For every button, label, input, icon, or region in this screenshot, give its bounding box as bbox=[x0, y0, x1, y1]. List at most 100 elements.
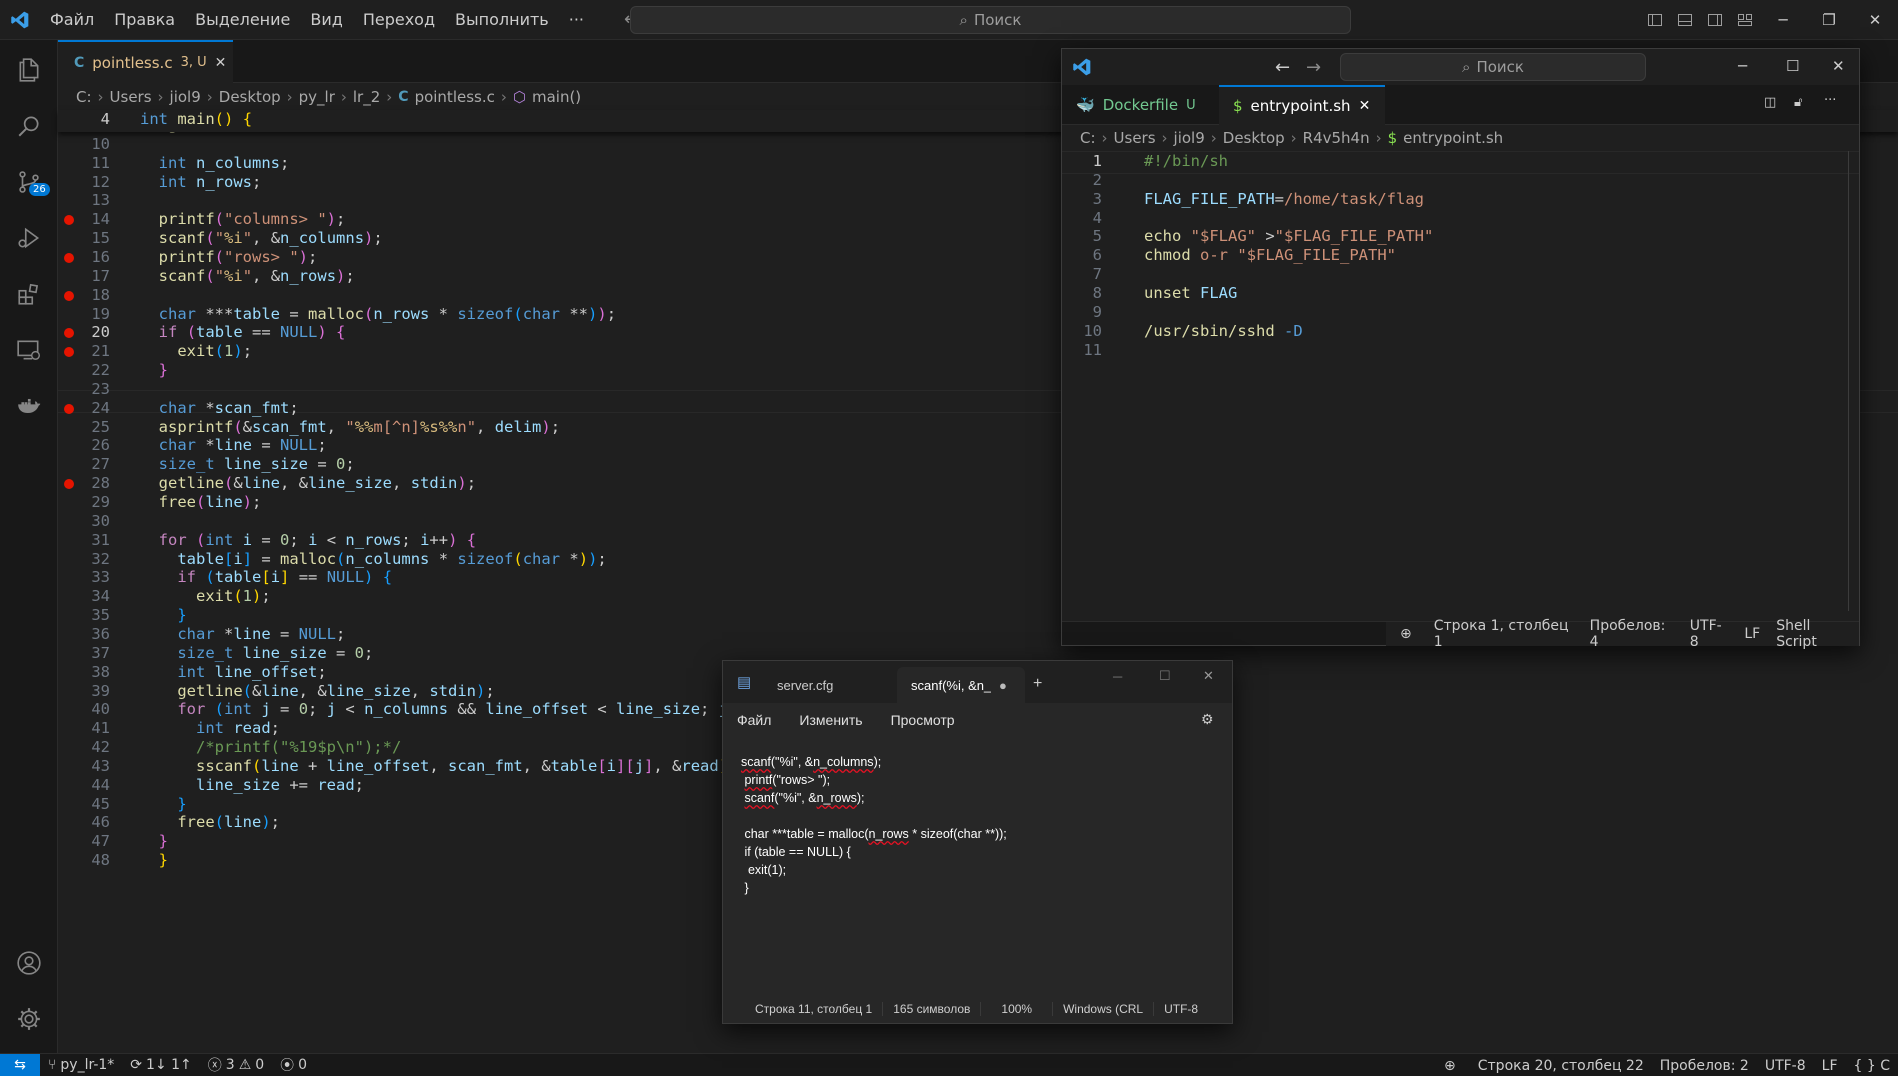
tab-dockerfile[interactable]: 🐳 Dockerfile U bbox=[1062, 85, 1218, 125]
crumb-drive[interactable]: C: bbox=[1080, 129, 1096, 147]
notepad-tab-active[interactable]: scanf(%i, &n_c ● bbox=[897, 667, 1025, 703]
crumb-folder[interactable]: py_lr bbox=[299, 88, 335, 106]
menu-edit[interactable]: Изменить bbox=[799, 712, 862, 728]
minimize-icon[interactable]: ─ bbox=[1738, 57, 1747, 75]
docker-icon[interactable] bbox=[0, 382, 58, 430]
crumb-user[interactable]: jiol9 bbox=[1174, 129, 1205, 147]
maximize-icon[interactable]: ☐ bbox=[1786, 57, 1799, 75]
line-number: 4 bbox=[1092, 208, 1102, 227]
forward-arrow-icon[interactable]: → bbox=[1306, 57, 1321, 78]
toggle-primary-sidebar-icon[interactable] bbox=[1640, 0, 1670, 40]
accounts-icon[interactable] bbox=[0, 939, 58, 987]
remote-explorer-icon[interactable] bbox=[0, 326, 58, 374]
menu-view[interactable]: Просмотр bbox=[891, 712, 955, 728]
tab-pointless-c[interactable]: C pointless.c 3, U ✕ bbox=[58, 40, 233, 83]
split-editor-icon[interactable]: ◫ bbox=[1764, 95, 1776, 110]
breakpoint-icon[interactable] bbox=[64, 403, 74, 414]
ports-indicator[interactable]: ⦿ 0 bbox=[272, 1055, 315, 1075]
search-placeholder: Поиск bbox=[973, 11, 1022, 29]
zoom-icon[interactable]: ⊕ bbox=[1386, 626, 1426, 642]
problems-indicator[interactable]: ⓧ 3 ⚠ 0 bbox=[200, 1055, 272, 1075]
minimize-icon[interactable]: ─ bbox=[1760, 0, 1806, 40]
close-icon[interactable]: ✕ bbox=[1832, 57, 1845, 75]
crumb-desktop[interactable]: Desktop bbox=[219, 88, 281, 106]
search-view-icon[interactable] bbox=[0, 102, 58, 150]
lock-icon[interactable]: 🔓︎ bbox=[1794, 95, 1802, 110]
more-actions-icon[interactable]: ··· bbox=[1824, 93, 1836, 108]
menu-edit[interactable]: Правка bbox=[104, 0, 185, 40]
maximize-icon[interactable]: ☐ bbox=[1159, 668, 1171, 684]
language-mode[interactable]: { } C bbox=[1846, 1058, 1898, 1074]
notepad-tab-server-cfg[interactable]: server.cfg bbox=[763, 667, 893, 703]
crumb-symbol[interactable]: main() bbox=[532, 88, 581, 106]
crumb-subfolder[interactable]: lr_2 bbox=[353, 88, 380, 106]
close-icon[interactable]: ✕ bbox=[1852, 0, 1898, 40]
window2-search[interactable]: ⌕ Поиск bbox=[1340, 53, 1646, 81]
line-number: 27 bbox=[91, 455, 110, 474]
menu-view[interactable]: Вид bbox=[300, 0, 352, 40]
menu-file[interactable]: Файл bbox=[40, 0, 104, 40]
sync-indicator[interactable]: ⟳ 1↓ 1↑ bbox=[122, 1057, 199, 1073]
scrollbar-track[interactable] bbox=[1848, 151, 1849, 611]
language-mode[interactable]: Shell Script bbox=[1768, 618, 1859, 650]
minimize-icon[interactable]: ─ bbox=[1113, 669, 1122, 684]
restore-icon[interactable]: ❐ bbox=[1806, 0, 1852, 40]
zoom-icon[interactable]: ⊕ bbox=[1430, 1058, 1470, 1074]
indentation[interactable]: Пробелов: 4 bbox=[1582, 618, 1682, 650]
command-search[interactable]: ⌕ Поиск bbox=[630, 6, 1351, 34]
branch-indicator[interactable]: ⑂ py_lr-1* bbox=[40, 1057, 122, 1073]
crumb-file[interactable]: entrypoint.sh bbox=[1403, 129, 1503, 147]
menu-go[interactable]: Переход bbox=[353, 0, 445, 40]
breakpoint-icon[interactable] bbox=[64, 290, 74, 301]
crumb-users[interactable]: Users bbox=[1114, 129, 1156, 147]
encoding[interactable]: UTF-8 bbox=[1757, 1058, 1814, 1074]
tab-close-icon[interactable]: ✕ bbox=[215, 55, 227, 71]
line-number: 10 bbox=[91, 134, 110, 153]
manage-gear-icon[interactable] bbox=[0, 995, 58, 1043]
run-debug-icon[interactable] bbox=[0, 214, 58, 262]
toggle-panel-icon[interactable] bbox=[1670, 0, 1700, 40]
tab-entrypoint[interactable]: $ entrypoint.sh ✕ bbox=[1219, 85, 1385, 125]
crumb-desktop[interactable]: Desktop bbox=[1223, 129, 1285, 147]
crumb-drive[interactable]: C: bbox=[76, 88, 92, 106]
sticky-line-number: 4 bbox=[100, 110, 110, 128]
branch-name: py_lr-1* bbox=[60, 1057, 115, 1073]
cursor-position[interactable]: Строка 1, столбец 1 bbox=[1426, 618, 1582, 650]
line-number: 32 bbox=[91, 549, 110, 568]
indentation[interactable]: Пробелов: 2 bbox=[1652, 1058, 1757, 1074]
encoding[interactable]: UTF-8 bbox=[1682, 618, 1737, 650]
np-encoding[interactable]: UTF-8 bbox=[1154, 1002, 1208, 1016]
crumb-file[interactable]: pointless.c bbox=[415, 88, 495, 106]
menu-selection[interactable]: Выделение bbox=[185, 0, 300, 40]
np-line-endings[interactable]: Windows (CRL bbox=[1053, 1002, 1155, 1016]
crumb-user[interactable]: jiol9 bbox=[170, 88, 201, 106]
window2-code-editor[interactable]: 1 2 3 4 5 6 7 8 9 10 11 #!/bin/sh FLAG_FILE_PATH=/h… bbox=[1062, 151, 1859, 611]
code-line: int n_rows; bbox=[158, 172, 262, 191]
customize-layout-icon[interactable] bbox=[1730, 0, 1760, 40]
remote-indicator-icon[interactable]: ⇆ bbox=[0, 1053, 40, 1076]
new-tab-plus-icon[interactable]: + bbox=[1033, 675, 1042, 693]
close-icon[interactable]: ✕ bbox=[1203, 668, 1214, 684]
end-of-line[interactable]: LF bbox=[1814, 1058, 1846, 1074]
source-control-icon[interactable]: 26 bbox=[0, 158, 58, 206]
line-number: 12 bbox=[91, 172, 110, 191]
cursor-position[interactable]: Строка 20, столбец 22 bbox=[1470, 1058, 1652, 1074]
menu-file[interactable]: Файл bbox=[737, 712, 771, 728]
toggle-secondary-sidebar-icon[interactable] bbox=[1700, 0, 1730, 40]
np-zoom[interactable]: 100% bbox=[981, 1002, 1054, 1016]
menu-run[interactable]: Выполнить bbox=[445, 0, 559, 40]
back-arrow-icon[interactable]: ← bbox=[1275, 57, 1290, 78]
settings-gear-icon[interactable]: ⚙ bbox=[1201, 711, 1214, 728]
crumb-users[interactable]: Users bbox=[110, 88, 152, 106]
extensions-icon[interactable] bbox=[0, 270, 58, 318]
menu-more[interactable]: ··· bbox=[559, 0, 594, 40]
notepad-status-bar: Строка 11, столбец 1 165 символов 100% W… bbox=[723, 994, 1232, 1024]
line-number: 11 bbox=[1083, 340, 1102, 359]
tab-close-icon[interactable]: ✕ bbox=[1359, 98, 1371, 114]
crumb-folder[interactable]: R4v5h4n bbox=[1303, 129, 1370, 147]
breakpoint-icon[interactable] bbox=[64, 252, 74, 263]
explorer-icon[interactable] bbox=[0, 46, 58, 94]
line-number: 36 bbox=[91, 624, 110, 643]
end-of-line[interactable]: LF bbox=[1736, 626, 1768, 642]
notepad-text-area[interactable]: scanf("%i", &n_columns); printf("rows> "… bbox=[723, 737, 1232, 987]
